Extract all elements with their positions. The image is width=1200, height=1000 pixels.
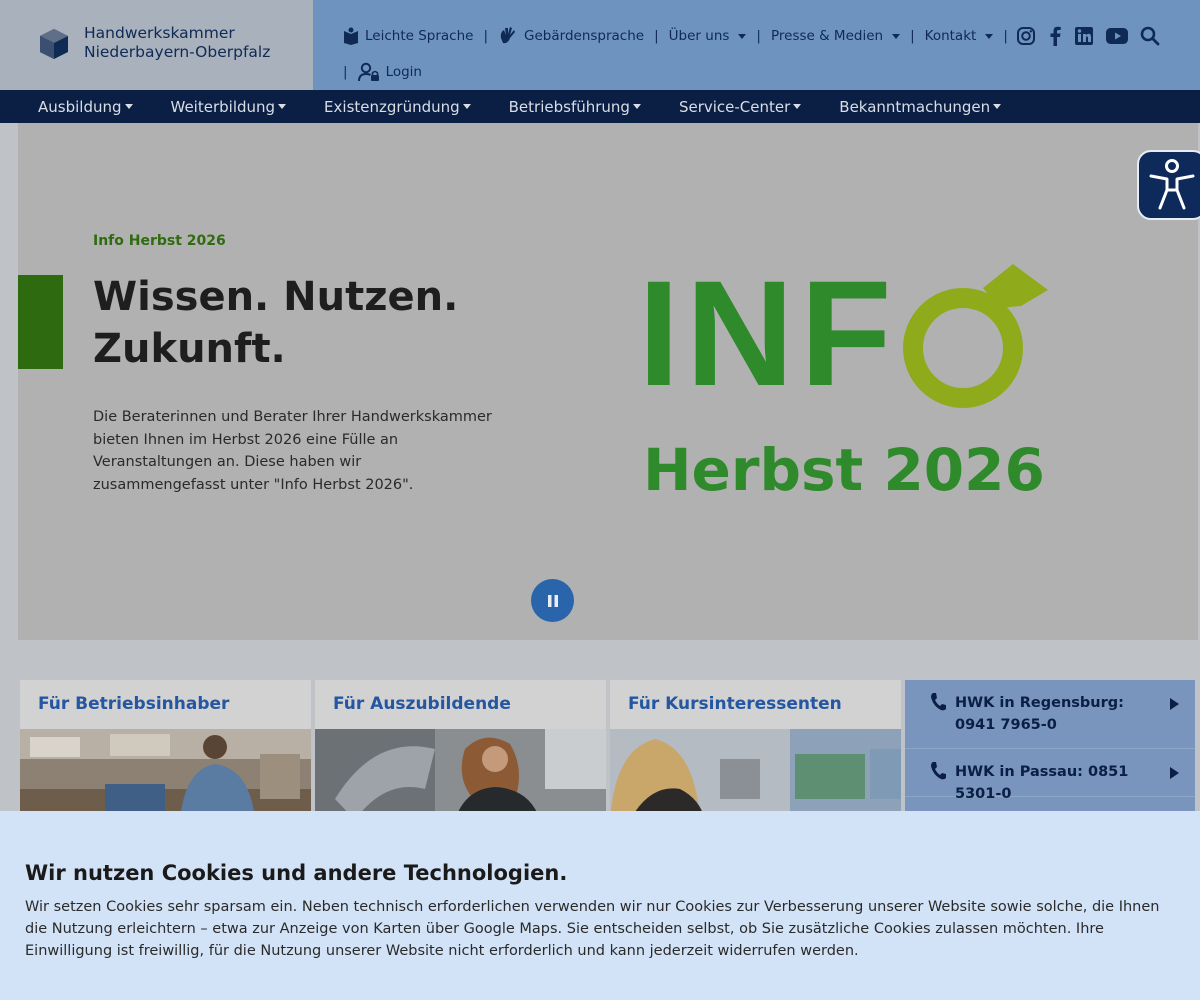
nav-item-label: Weiterbildung [170,97,276,116]
social-links [1016,26,1160,46]
main-navigation: Ausbildung Weiterbildung Existenzgründun… [0,90,1200,123]
caret-down-icon [793,104,802,109]
phone-icon [931,762,946,780]
arrow-right-icon [1170,698,1179,710]
accessibility-person-icon [1149,159,1195,210]
logo-line-1: Handwerkskammer [84,24,235,42]
caret-down-icon [892,33,901,39]
sign-language-link[interactable]: Gebärdensprache [498,26,644,46]
hero-title-line-1: Wissen. Nutzen. [93,274,459,320]
nav-item-label: Service-Center [678,97,791,116]
slider-pause-button[interactable] [531,579,574,622]
sign-language-hand-icon [500,27,516,44]
phone-icon [931,693,946,711]
facebook-icon[interactable] [1048,26,1062,46]
arrow-right-icon [1170,767,1179,779]
nav-item-ausbildung[interactable]: Ausbildung [38,98,133,116]
cookie-text: Wir setzen Cookies sehr sparsam ein. Neb… [25,899,1160,959]
instagram-icon[interactable] [1016,26,1036,46]
card-kursinteressenten[interactable]: Für Kursinteressenten [610,680,901,820]
separator: | [910,28,915,44]
sign-language-label: Gebärdensprache [524,28,645,44]
meta-navigation: Leichte Sprache | Gebärdensprache | Über… [313,0,1200,90]
caret-down-icon [278,104,287,109]
card-auszubildende[interactable]: Für Auszubildende [315,680,606,820]
nav-item-weiterbildung[interactable]: Weiterbildung [171,98,287,116]
contact-label: HWK in Regensburg: 0941 7965-0 [955,695,1124,733]
caret-down-icon [632,104,641,109]
separator: | [654,28,659,44]
easy-language-link[interactable]: Leichte Sprache [343,27,473,45]
chamber-logo-icon [40,29,68,59]
separator: | [483,28,489,44]
pause-icon [547,594,558,607]
contact-passau[interactable]: HWK in Passau: 0851 5301-0 [905,749,1195,802]
info-subtitle: Herbst 2026 [643,436,1045,504]
contact-dropdown[interactable]: Kontakt [925,28,994,44]
nav-item-label: Existenzgründung [324,97,460,116]
info-word: INF [638,249,898,417]
about-label: Über uns [668,28,730,44]
info-herbst-graphic: INF Herbst 2026 [638,258,1058,508]
about-dropdown[interactable]: Über uns [669,28,747,44]
card-title: Für Auszubildende [333,694,511,714]
card-image [315,729,606,820]
nav-item-label: Bekanntmachungen [839,97,991,116]
card-image [610,729,901,820]
hero-slider: Info Herbst 2026 Wissen. Nutzen. Zukunft… [18,123,1198,640]
login-label: Login [385,64,422,80]
youtube-icon[interactable] [1105,28,1128,44]
book-icon [344,27,358,45]
cookie-title: Wir nutzen Cookies und andere Technologi… [25,861,568,885]
separator: | [343,64,348,80]
nav-item-service-center[interactable]: Service-Center [678,97,802,116]
login-link[interactable]: Login [357,62,422,82]
separator: | [1003,28,1008,44]
caret-down-icon [462,104,471,109]
contact-phone-panel: HWK in Regensburg: 0941 7965-0 HWK in Pa… [905,680,1195,820]
card-title: Für Betriebsinhaber [38,694,230,714]
user-lock-icon [357,62,379,82]
press-dropdown[interactable]: Presse & Medien [770,28,901,44]
hero-kicker: Info Herbst 2026 [93,233,226,249]
nav-item-betriebsfuehrung[interactable]: Betriebsführung [509,98,641,116]
nav-item-existenzgruendung[interactable]: Existenzgründung [324,98,471,116]
separator: | [756,28,761,44]
easy-language-label: Leichte Sprache [365,28,474,44]
logo-text: Handwerkskammer Niederbayern-Oberpfalz [84,24,270,62]
caret-down-icon [124,104,133,109]
contact-regensburg[interactable]: HWK in Regensburg: 0941 7965-0 [905,680,1195,749]
site-header: Handwerkskammer Niederbayern-Oberpfalz L… [0,0,1200,90]
linkedin-icon[interactable] [1074,26,1094,46]
press-label: Presse & Medien [770,28,884,44]
card-title: Für Kursinteressenten [628,694,842,714]
hero-title: Wissen. Nutzen. Zukunft. [93,271,513,375]
hero-accent-bar [18,275,63,369]
caret-down-icon [738,33,747,39]
nav-item-label: Betriebsführung [508,97,630,116]
accessibility-button[interactable] [1137,150,1200,220]
card-image [20,729,311,820]
contact-label: Kontakt [924,28,977,44]
logo-link[interactable]: Handwerkskammer Niederbayern-Oberpfalz [0,0,313,90]
nav-item-bekanntmachungen[interactable]: Bekanntmachungen [839,97,1002,116]
cookie-banner: Wir nutzen Cookies und andere Technologi… [0,811,1200,1000]
hero-title-line-2: Zukunft. [93,326,286,372]
card-betriebsinhaber[interactable]: Für Betriebsinhaber [20,680,311,820]
logo-line-2: Niederbayern-Oberpfalz [84,43,271,61]
contact-label: HWK in Passau: 0851 5301-0 [955,764,1129,802]
ring-o-icon [903,264,1048,408]
nav-item-label: Ausbildung [38,97,122,116]
caret-down-icon [985,33,994,39]
hero-description: Die Beraterinnen und Berater Ihrer Handw… [93,409,492,493]
caret-down-icon [993,104,1002,109]
search-icon[interactable] [1140,26,1160,46]
